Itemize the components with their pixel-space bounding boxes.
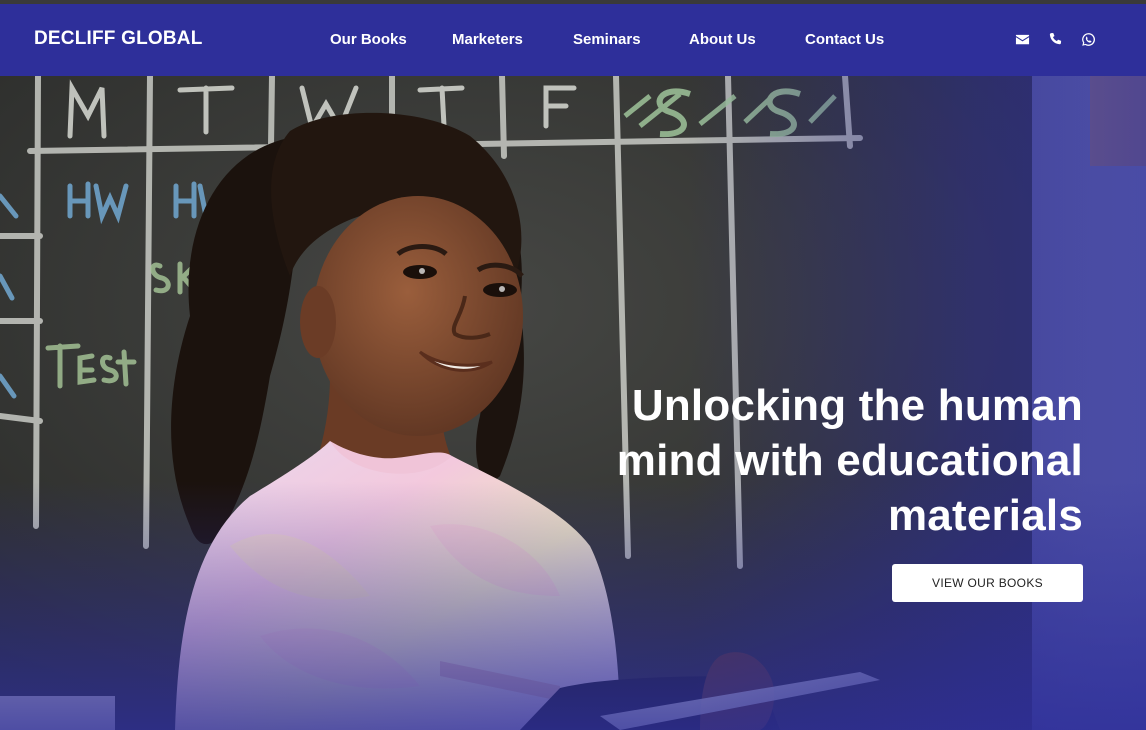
envelope-icon[interactable] xyxy=(1014,31,1030,47)
navbar: DECLIFF GLOBAL Our Books Marketers Semin… xyxy=(0,4,1146,76)
hero-section: Unlocking the human mind with educationa… xyxy=(0,76,1146,730)
nav-contact-us[interactable]: Contact Us xyxy=(805,31,884,48)
view-our-books-button[interactable]: VIEW OUR BOOKS xyxy=(892,564,1083,602)
headline-line-2: mind with educational xyxy=(616,436,1083,485)
nav-our-books[interactable]: Our Books xyxy=(330,31,407,48)
phone-icon[interactable] xyxy=(1047,31,1063,47)
whatsapp-icon[interactable] xyxy=(1080,31,1096,47)
headline-line-1: Unlocking the human xyxy=(631,381,1083,430)
headline-line-3: materials xyxy=(887,491,1083,540)
nav-marketers[interactable]: Marketers xyxy=(452,31,523,48)
brand-logo[interactable]: DECLIFF GLOBAL xyxy=(34,28,203,50)
nav-contact-icons xyxy=(1014,31,1113,47)
nav-seminars[interactable]: Seminars xyxy=(573,31,641,48)
hero-headline: Unlocking the human mind with educationa… xyxy=(563,378,1083,543)
nav-about-us[interactable]: About Us xyxy=(689,31,756,48)
